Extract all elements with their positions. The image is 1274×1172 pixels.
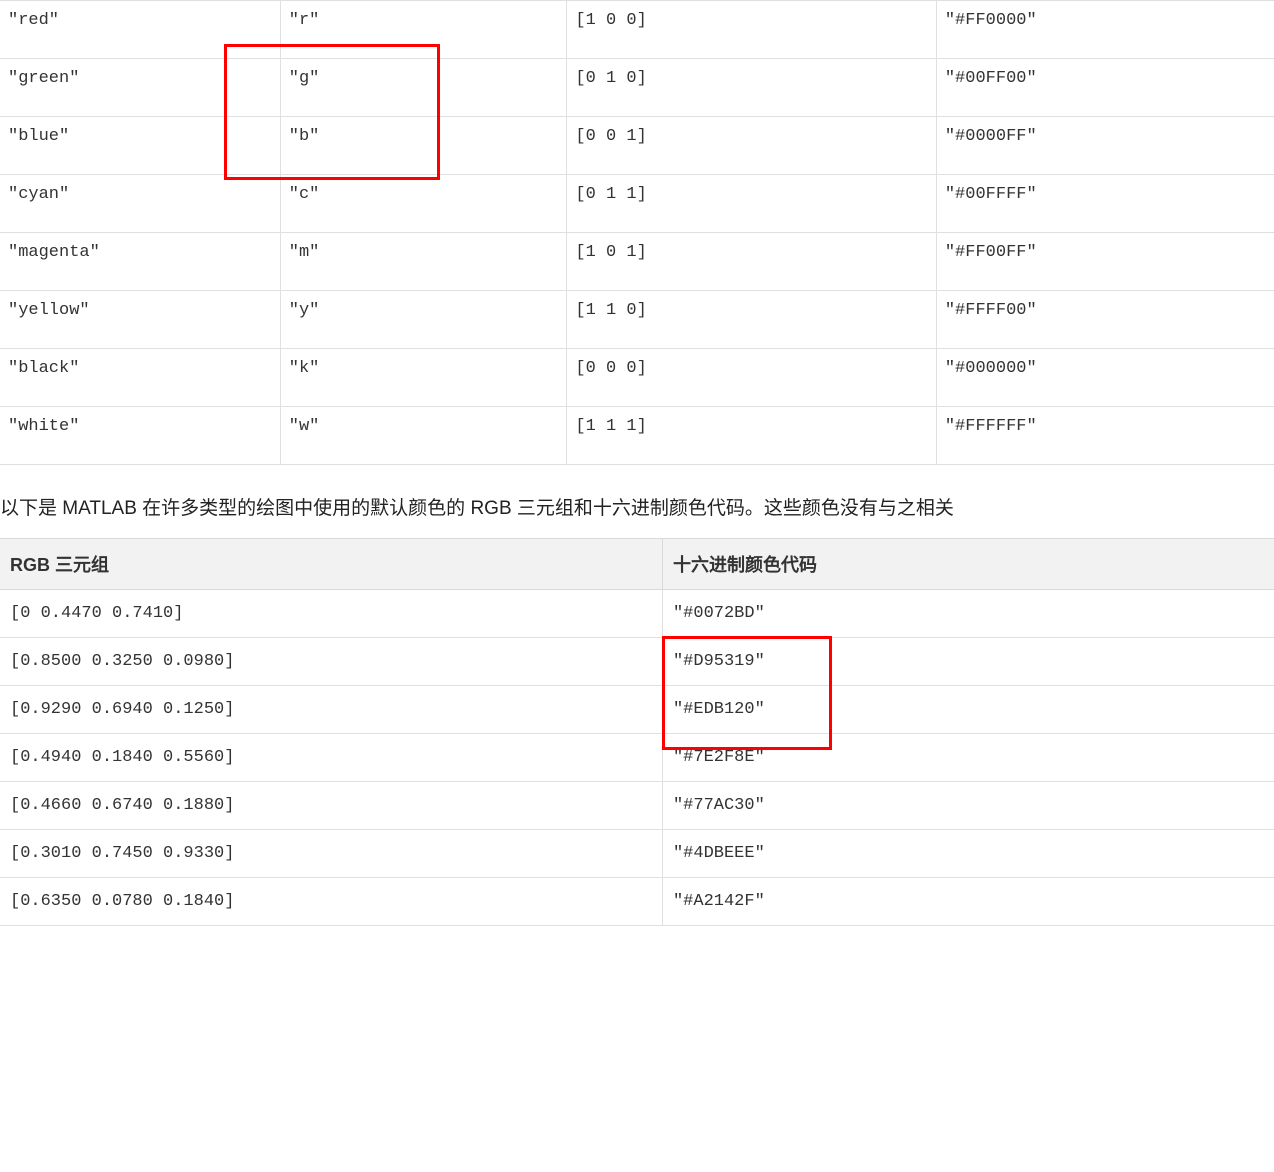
color-short-cell: "y" [280,291,567,349]
table-row: [0.3010 0.7450 0.9330]"#4DBEEE" [0,830,1274,878]
color-hex-cell: "#FFFFFF" [936,407,1274,465]
table-row: "green""g"[0 1 0]"#00FF00" [0,59,1274,117]
color-name-cell: "magenta" [0,233,280,291]
table-row: [0.6350 0.0780 0.1840]"#A2142F" [0,878,1274,926]
rgb-cell: [0.9290 0.6940 0.1250] [0,686,662,734]
description-text: 以下是 MATLAB 在许多类型的绘图中使用的默认颜色的 RGB 三元组和十六进… [0,493,1274,520]
table-row: "black""k"[0 0 0]"#000000" [0,349,1274,407]
rgb-cell: [0.4660 0.6740 0.1880] [0,782,662,830]
color-hex-cell: "#0000FF" [936,117,1274,175]
hex-cell: "#D95319" [662,638,1274,686]
column-header-rgb: RGB 三元组 [0,539,662,590]
rgb-cell: [0.6350 0.0780 0.1840] [0,878,662,926]
color-name-cell: "yellow" [0,291,280,349]
rgb-cell: [0.4940 0.1840 0.5560] [0,734,662,782]
table-row: "cyan""c"[0 1 1]"#00FFFF" [0,175,1274,233]
table-row: "magenta""m"[1 0 1]"#FF00FF" [0,233,1274,291]
color-hex-cell: "#000000" [936,349,1274,407]
color-short-cell: "b" [280,117,567,175]
color-short-cell: "w" [280,407,567,465]
color-rgb-cell: [1 1 1] [567,407,936,465]
color-hex-cell: "#FF00FF" [936,233,1274,291]
hex-cell: "#EDB120" [662,686,1274,734]
table-row: "blue""b"[0 0 1]"#0000FF" [0,117,1274,175]
color-rgb-cell: [0 1 1] [567,175,936,233]
default-colors-table: RGB 三元组 十六进制颜色代码 [0 0.4470 0.7410]"#0072… [0,538,1274,926]
color-rgb-cell: [0 0 1] [567,117,936,175]
color-short-cell: "m" [280,233,567,291]
hex-cell: "#0072BD" [662,590,1274,638]
column-header-hex: 十六进制颜色代码 [662,539,1274,590]
table-row: "yellow""y"[1 1 0]"#FFFF00" [0,291,1274,349]
hex-cell: "#77AC30" [662,782,1274,830]
color-name-cell: "blue" [0,117,280,175]
hex-cell: "#A2142F" [662,878,1274,926]
color-hex-cell: "#00FFFF" [936,175,1274,233]
color-name-cell: "cyan" [0,175,280,233]
color-rgb-cell: [0 1 0] [567,59,936,117]
table-row: [0.8500 0.3250 0.0980]"#D95319" [0,638,1274,686]
table-row: [0.4660 0.6740 0.1880]"#77AC30" [0,782,1274,830]
color-hex-cell: "#FF0000" [936,1,1274,59]
rgb-cell: [0 0.4470 0.7410] [0,590,662,638]
table-row: [0 0.4470 0.7410]"#0072BD" [0,590,1274,638]
table-row: [0.4940 0.1840 0.5560]"#7E2F8E" [0,734,1274,782]
color-name-cell: "black" [0,349,280,407]
color-hex-cell: "#FFFF00" [936,291,1274,349]
color-short-cell: "k" [280,349,567,407]
hex-cell: "#7E2F8E" [662,734,1274,782]
named-colors-table: "red""r"[1 0 0]"#FF0000" "green""g"[0 1 … [0,0,1274,465]
table-row: "white""w"[1 1 1]"#FFFFFF" [0,407,1274,465]
color-name-cell: "red" [0,1,280,59]
color-hex-cell: "#00FF00" [936,59,1274,117]
hex-cell: "#4DBEEE" [662,830,1274,878]
color-short-cell: "c" [280,175,567,233]
color-rgb-cell: [0 0 0] [567,349,936,407]
color-short-cell: "g" [280,59,567,117]
table-row: "red""r"[1 0 0]"#FF0000" [0,1,1274,59]
color-rgb-cell: [1 0 0] [567,1,936,59]
rgb-cell: [0.3010 0.7450 0.9330] [0,830,662,878]
table-row: [0.9290 0.6940 0.1250]"#EDB120" [0,686,1274,734]
color-name-cell: "green" [0,59,280,117]
color-rgb-cell: [1 0 1] [567,233,936,291]
color-short-cell: "r" [280,1,567,59]
color-name-cell: "white" [0,407,280,465]
color-rgb-cell: [1 1 0] [567,291,936,349]
rgb-cell: [0.8500 0.3250 0.0980] [0,638,662,686]
